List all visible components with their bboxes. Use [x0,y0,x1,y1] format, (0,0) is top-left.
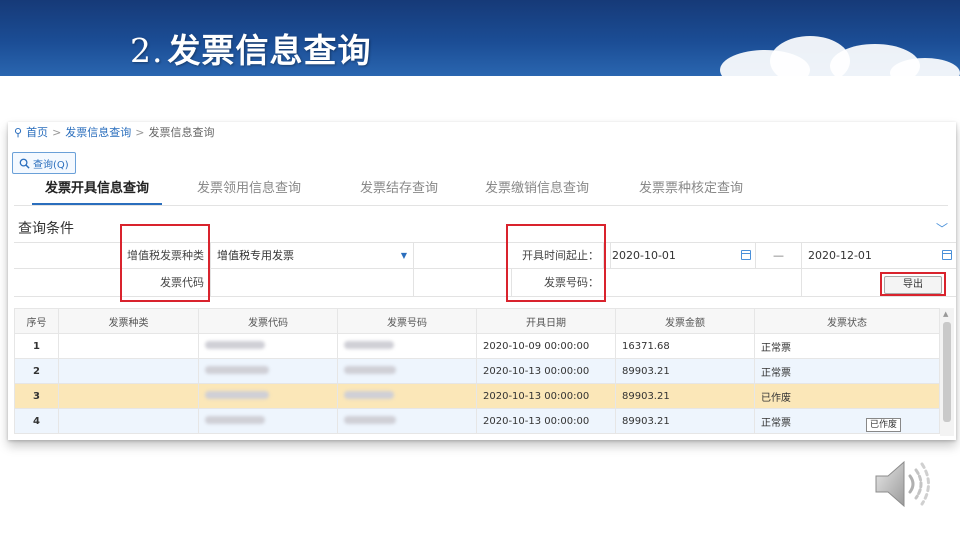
calendar-icon[interactable] [741,250,751,260]
location-pin-icon: ⚲ [14,125,23,139]
date-to-value: 2020-12-01 [808,249,872,262]
breadcrumb-current: 发票信息查询 [148,126,215,139]
status-tooltip: 已作废 [866,418,902,432]
amount-cell: 89903.21 [615,383,755,409]
slide-title: 2. 发票信息查询 [130,24,372,72]
amount-cell: 89903.21 [615,358,755,384]
invoice-code-input[interactable] [211,269,414,296]
invoice-no-cell [337,333,477,359]
invoice-code-label: 发票代码 [14,269,211,296]
row-index: 2 [14,358,59,384]
search-icon [19,158,30,169]
tab-invoice-cancel[interactable]: 发票缴销信息查询 [472,178,602,205]
column-header[interactable]: 发票状态 [754,308,940,334]
chevron-down-icon[interactable]: ﹀ [936,220,948,237]
row-index: 4 [14,408,59,434]
column-header[interactable]: 发票代码 [198,308,338,334]
app-screenshot: ⚲ 首页 > 发票信息查询 > 发票信息查询 查询(Q) 发票开具信息查询 发票… [8,122,956,440]
issue-date-cell: 2020-10-13 00:00:00 [476,408,616,434]
invoice-kind-cell [58,408,199,434]
status-cell: 正常票 [754,408,940,434]
invoice-no-input[interactable] [606,269,802,296]
tab-invoice-issue[interactable]: 发票开具信息查询 [32,178,162,205]
invoice-code-cell [198,358,338,384]
status-cell: 已作废 [754,383,940,409]
invoice-code-cell [198,408,338,434]
export-button[interactable]: 导出 [884,276,942,294]
breadcrumb: ⚲ 首页 > 发票信息查询 > 发票信息查询 [14,124,215,140]
scroll-up-arrow-icon[interactable]: ▲ [943,310,948,318]
invoice-type-value: 增值税专用发票 [217,249,294,262]
invoice-code-cell [198,383,338,409]
form-row-2: 发票代码 发票号码： [14,269,956,297]
tab-invoice-approval[interactable]: 发票票种核定查询 [626,178,756,205]
date-separator: — [756,243,802,268]
form-row-1: 增值税发票种类 增值税专用发票 ▼ 开具时间起止： 2020-10-01 — 2… [14,243,956,269]
calendar-icon[interactable] [942,250,952,260]
invoice-no-cell [337,358,477,384]
column-header[interactable]: 发票金额 [615,308,755,334]
invoice-type-label: 增值税发票种类 [14,243,211,268]
column-header[interactable]: 序号 [14,308,59,334]
vertical-scrollbar[interactable]: ▲ [940,308,954,436]
date-to-input[interactable]: 2020-12-01 [802,243,956,268]
caret-down-icon: ▼ [400,251,407,260]
row-index: 3 [14,383,59,409]
issue-date-cell: 2020-10-09 00:00:00 [476,333,616,359]
date-range-label: 开具时间起止： [512,243,606,268]
query-button[interactable]: 查询(Q) [12,152,76,174]
slide-banner: 2. 发票信息查询 [0,0,960,76]
column-header[interactable]: 发票号码 [337,308,477,334]
table-row[interactable]: 1 2020-10-09 00:00:00 16371.68 正常票 [14,333,940,359]
empty-cell [414,269,512,296]
amount-cell: 16371.68 [615,333,755,359]
scrollbar-thumb[interactable] [943,322,951,422]
status-cell: 正常票 [754,358,940,384]
invoice-kind-cell [58,333,199,359]
issue-date-cell: 2020-10-13 00:00:00 [476,358,616,384]
amount-cell: 89903.21 [615,408,755,434]
invoice-code-cell [198,333,338,359]
slide-number: 2. [130,31,164,70]
invoice-no-label: 发票号码： [512,269,606,296]
table-header-row: 序号 发票种类 发票代码 发票号码 开具日期 发票金额 发票状态 [14,308,940,334]
invoice-no-cell [337,383,477,409]
results-table: 序号 发票种类 发票代码 发票号码 开具日期 发票金额 发票状态 1 2020-… [14,308,940,434]
table-row[interactable]: 2 2020-10-13 00:00:00 89903.21 正常票 [14,358,940,384]
invoice-type-select[interactable]: 增值税专用发票 ▼ [211,243,414,268]
tab-bar: 发票开具信息查询 发票领用信息查询 发票结存查询 发票缴销信息查询 发票票种核定… [14,178,948,206]
date-from-value: 2020-10-01 [612,249,676,262]
column-header[interactable]: 发票种类 [58,308,199,334]
table-row[interactable]: 3 2020-10-13 00:00:00 89903.21 已作废 [14,383,940,409]
breadcrumb-level1[interactable]: 发票信息查询 [65,124,131,140]
status-cell: 正常票 [754,333,940,359]
breadcrumb-home[interactable]: 首页 [26,124,48,140]
invoice-no-cell [337,408,477,434]
table-row[interactable]: 4 2020-10-13 00:00:00 89903.21 正常票 [14,408,940,434]
breadcrumb-separator: > [52,125,62,139]
speaker-icon[interactable] [872,452,936,516]
breadcrumb-separator: > [135,125,145,139]
invoice-kind-cell [58,358,199,384]
row-index: 1 [14,333,59,359]
invoice-kind-cell [58,383,199,409]
slide-title-text: 发票信息查询 [167,31,372,70]
conditions-title: 查询条件 [18,221,74,237]
query-button-label: 查询(Q) [33,159,69,171]
issue-date-cell: 2020-10-13 00:00:00 [476,383,616,409]
date-from-input[interactable]: 2020-10-01 [606,243,756,268]
column-header[interactable]: 开具日期 [476,308,616,334]
tab-invoice-receive[interactable]: 发票领用信息查询 [184,178,314,205]
tab-invoice-stock[interactable]: 发票结存查询 [344,178,454,205]
